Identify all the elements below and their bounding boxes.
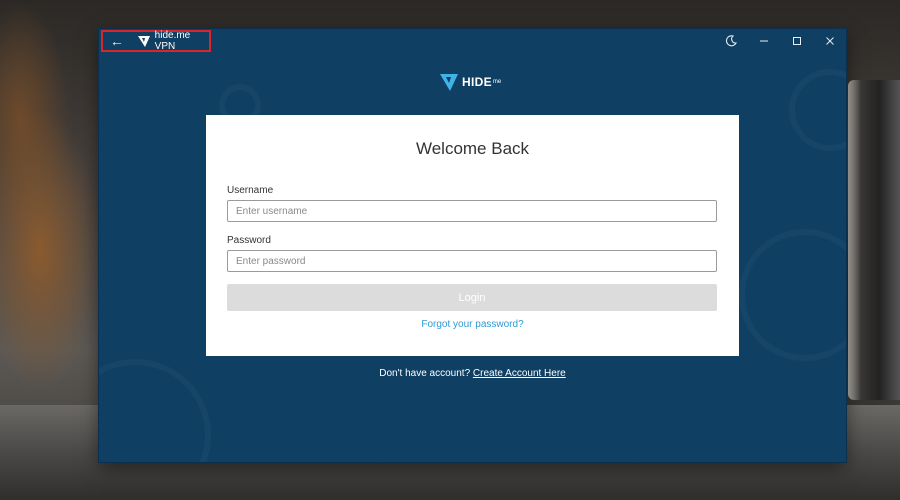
background-decoration [789, 69, 846, 151]
minimize-icon [759, 40, 768, 42]
hideme-logo-icon [440, 74, 458, 91]
login-button[interactable]: Login [227, 284, 717, 311]
brand-logo: HIDE me [439, 71, 501, 93]
login-card: Welcome Back Username Password Login For… [206, 115, 739, 356]
forgot-password-link[interactable]: Forgot your password? [206, 319, 739, 330]
moon-icon [725, 35, 737, 47]
theme-toggle-button[interactable] [714, 29, 747, 53]
signup-row: Don't have account? Create Account Here [99, 368, 846, 379]
create-account-link[interactable]: Create Account Here [473, 368, 566, 379]
back-button[interactable]: ← [103, 32, 131, 50]
hideme-logo-icon [137, 34, 151, 48]
title-bar-highlight: ← hide.me VPN [101, 30, 211, 52]
app-title: hide.me VPN [154, 30, 191, 52]
arrow-left-icon: ← [109, 33, 124, 49]
desktop-background-car [848, 80, 900, 400]
close-button[interactable] [813, 29, 846, 53]
app-window: ← hide.me VPN HIDE me Welcome Back Usern… [99, 29, 846, 462]
brand-logo-text: HIDE [462, 75, 492, 89]
window-controls [714, 29, 846, 53]
maximize-button[interactable] [780, 29, 813, 53]
brand-logo-subtext: me [492, 79, 502, 85]
username-input[interactable] [227, 200, 717, 222]
password-label: Password [227, 235, 271, 246]
page-title: Welcome Back [415, 139, 530, 158]
background-decoration [739, 229, 846, 361]
maximize-icon [792, 37, 801, 45]
close-icon [825, 37, 834, 45]
username-label: Username [227, 185, 274, 196]
title-bar: ← hide.me VPN [99, 29, 846, 53]
password-input[interactable] [227, 250, 717, 272]
minimize-button[interactable] [747, 29, 780, 53]
signup-prompt: Don't have account? [379, 368, 471, 379]
